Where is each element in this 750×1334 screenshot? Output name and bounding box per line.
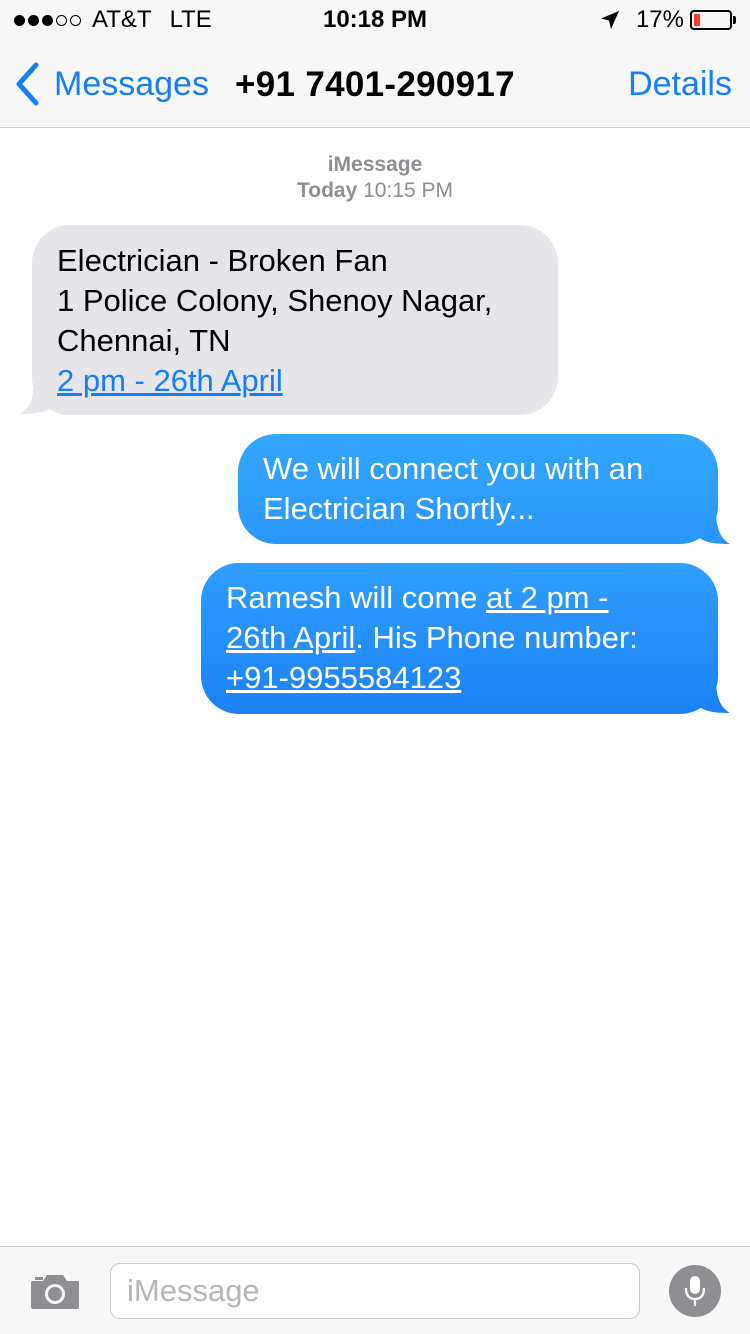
message-line: Electrician Shortly...	[263, 491, 535, 526]
message-line: We will connect you with an	[263, 451, 644, 486]
nav-bar: Messages +91 7401-290917 Details	[0, 40, 750, 128]
input-bar	[0, 1246, 750, 1334]
location-arrow-icon	[600, 11, 619, 29]
date-link[interactable]: 2 pm - 26th April	[57, 363, 283, 398]
incoming-message-bubble[interactable]: Electrician - Broken Fan 1 Police Colony…	[32, 225, 558, 415]
message-line: 1 Police Colony, Shenoy Nagar,	[57, 283, 493, 318]
battery-fill	[694, 14, 700, 26]
battery-icon	[690, 10, 732, 30]
battery-cap	[733, 16, 736, 24]
date-link[interactable]: at 2 pm -	[486, 580, 608, 615]
outgoing-message-bubble[interactable]: Ramesh will come at 2 pm - 26th April. H…	[201, 563, 718, 714]
message-line: Chennai, TN	[57, 323, 231, 358]
camera-icon[interactable]	[29, 1271, 81, 1311]
microphone-icon	[684, 1276, 706, 1306]
service-label: iMessage	[327, 153, 423, 176]
date-link[interactable]: 26th April	[226, 620, 355, 655]
microphone-button[interactable]	[669, 1265, 721, 1317]
status-right: 17%	[600, 6, 736, 34]
message-line: Ramesh will come at 2 pm -	[226, 578, 694, 618]
message-line: 26th April. His Phone number:	[226, 618, 694, 658]
timestamp-day: Today	[296, 179, 358, 202]
status-bar: AT&T LTE 10:18 PM 17%	[0, 0, 750, 40]
details-button[interactable]: Details	[628, 65, 732, 104]
timestamp-time: 10:15 PM	[363, 179, 454, 202]
phone-link[interactable]: +91-9955584123	[226, 660, 461, 695]
thread-timestamp: Today 10:15 PM	[0, 179, 750, 203]
outgoing-message-bubble[interactable]: We will connect you with an Electrician …	[238, 434, 718, 544]
message-input[interactable]	[110, 1263, 640, 1319]
message-line: Electrician - Broken Fan	[57, 243, 388, 278]
message-text: . His Phone number:	[355, 620, 638, 655]
battery-percent: 17%	[635, 6, 684, 33]
message-line: +91-9955584123	[226, 658, 694, 698]
message-text: Ramesh will come	[226, 580, 487, 615]
